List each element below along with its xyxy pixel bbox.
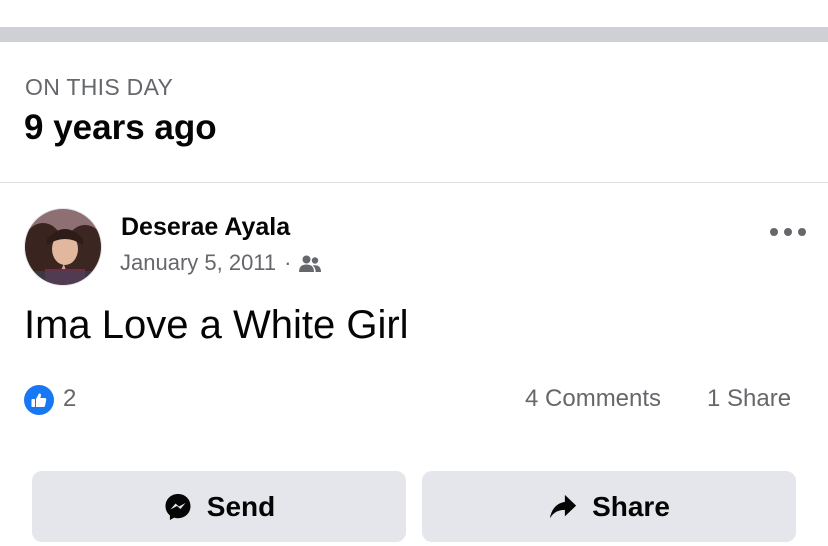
- more-dot: [784, 228, 792, 236]
- more-dot: [770, 228, 778, 236]
- share-button[interactable]: Share: [422, 471, 796, 542]
- like-icon[interactable]: [24, 385, 54, 415]
- shares-count[interactable]: 1 Share: [707, 385, 791, 413]
- memory-title: 9 years ago: [24, 108, 217, 147]
- like-count[interactable]: 2: [63, 385, 76, 413]
- send-label: Send: [206, 490, 276, 522]
- top-strip: [0, 0, 828, 27]
- post-author[interactable]: Deserae Ayala: [121, 213, 290, 242]
- more-dot: [798, 228, 806, 236]
- send-button[interactable]: Send: [32, 471, 406, 542]
- share-label: Share: [592, 490, 670, 522]
- post-meta: January 5, 2011 ·: [120, 250, 322, 276]
- share-arrow-icon: [548, 492, 578, 522]
- post-text: Ima Love a White Girl: [24, 303, 409, 347]
- avatar[interactable]: [24, 208, 102, 286]
- section-separator-bar: [0, 27, 828, 42]
- divider: [0, 182, 828, 183]
- meta-separator: ·: [284, 250, 292, 275]
- post-date[interactable]: January 5, 2011: [120, 250, 276, 276]
- memory-kicker: ON THIS DAY: [25, 74, 174, 100]
- more-options-icon[interactable]: [770, 226, 806, 238]
- friends-icon: [298, 254, 322, 274]
- comments-count[interactable]: 4 Comments: [525, 385, 661, 413]
- messenger-icon: [163, 492, 193, 522]
